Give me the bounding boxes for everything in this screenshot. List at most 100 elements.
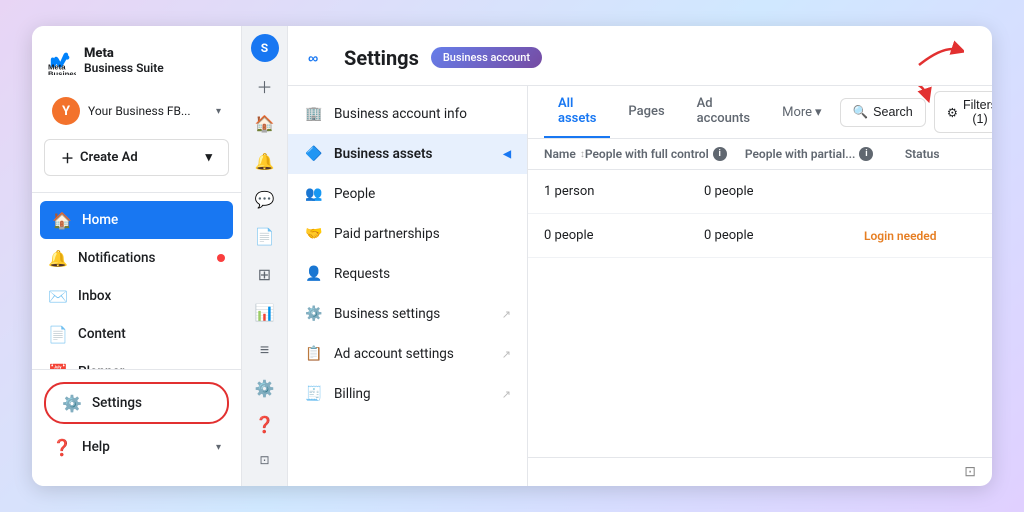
- cell-full-control: 0 people: [544, 228, 704, 243]
- meta-logo-icon: Meta Business Suite: [48, 47, 76, 75]
- tab-pages[interactable]: Pages: [614, 94, 678, 131]
- dropdown-people[interactable]: 👥 People: [288, 174, 527, 214]
- dropdown-item-label: Ad account settings: [334, 346, 454, 362]
- page-title: Settings: [344, 46, 419, 70]
- sidebar-item-help[interactable]: ❓ Help ▾: [36, 428, 237, 466]
- cell-partial-control: 0 people: [704, 228, 864, 243]
- tab-more[interactable]: More ▾: [768, 95, 835, 130]
- help-label: Help: [82, 439, 110, 455]
- search-button[interactable]: 🔍 Search: [840, 98, 926, 127]
- settings-icon: ⚙️: [62, 393, 82, 413]
- col-header-partial-control: People with partial... i: [745, 147, 905, 161]
- filters-button[interactable]: ⚙ Filters (1): [934, 91, 992, 133]
- expand-icon[interactable]: ⊡: [964, 464, 976, 480]
- create-ad-label: Create Ad: [80, 150, 138, 165]
- external-link-icon: ↗: [502, 388, 511, 401]
- content-area: ∞ Settings Business account: [288, 26, 992, 486]
- help-icon: ❓: [52, 437, 72, 457]
- strip-expand-icon[interactable]: ⊡: [247, 442, 283, 478]
- sidebar-item-label: Inbox: [78, 288, 111, 304]
- dropdown-requests[interactable]: 👤 Requests: [288, 254, 527, 294]
- icon-strip: S ＋ 🏠 🔔 💬 📄 ⊞ 📊 ≡ ⚙️ ❓ ⊡: [242, 26, 288, 486]
- diamond-icon: 🔷: [304, 144, 324, 164]
- strip-lines-icon[interactable]: ≡: [247, 332, 283, 368]
- sidebar-item-settings[interactable]: ⚙️ Settings: [44, 382, 229, 424]
- tab-all-assets[interactable]: All assets: [544, 86, 610, 138]
- cell-full-control: 1 person: [544, 184, 704, 199]
- strip-gear-icon[interactable]: ⚙️: [247, 370, 283, 406]
- handshake-icon: 🤝: [304, 224, 324, 244]
- dropdown-panel: 🏢 Business account info 🔷 Business asset…: [288, 86, 528, 486]
- sidebar-logo-text: Meta Business Suite: [84, 46, 164, 75]
- gear-icon: ⚙️: [304, 304, 324, 324]
- dropdown-billing[interactable]: 🧾 Billing ↗: [288, 374, 527, 414]
- svg-text:Business Suite: Business Suite: [48, 69, 76, 75]
- chevron-down-icon: ▾: [216, 442, 221, 453]
- sidebar-item-content[interactable]: 📄 Content: [32, 315, 241, 353]
- dropdown-business-account-info[interactable]: 🏢 Business account info: [288, 94, 527, 134]
- user-selector[interactable]: Y Your Business FB... ▾: [40, 91, 233, 131]
- dropdown-item-label: Requests: [334, 266, 390, 282]
- col-header-status: Status: [905, 147, 992, 161]
- chevron-down-icon: ▾: [205, 150, 212, 165]
- strip-avatar: S: [251, 34, 279, 62]
- sidebar-item-planner[interactable]: 📅 Planner: [32, 353, 241, 369]
- arrow-indicator: [914, 40, 964, 75]
- strip-home-icon[interactable]: 🏠: [247, 106, 283, 142]
- col-header-full-control: People with full control i: [585, 147, 745, 161]
- dropdown-ad-account-settings[interactable]: 📋 Ad account settings ↗: [288, 334, 527, 374]
- svg-text:∞: ∞: [308, 50, 318, 66]
- search-icon: 🔍: [853, 105, 869, 120]
- settings-label: Settings: [92, 395, 142, 411]
- tabs-bar: All assets Pages Ad accounts More ▾ 🔍 Se…: [528, 86, 992, 139]
- external-link-icon: ↗: [502, 348, 511, 361]
- filter-icon: ⚙: [947, 105, 958, 120]
- table-area: All assets Pages Ad accounts More ▾ 🔍 Se…: [528, 86, 992, 486]
- billing-icon: 🧾: [304, 384, 324, 404]
- data-table: Name ↕ People with full control i People…: [528, 139, 992, 457]
- request-icon: 👤: [304, 264, 324, 284]
- table-row: 1 person 0 people: [528, 170, 992, 214]
- info-icon[interactable]: i: [859, 147, 873, 161]
- create-ad-button[interactable]: ＋ Create Ad ▾: [44, 139, 229, 176]
- sidebar-bottom: ⚙️ Settings ❓ Help ▾: [32, 369, 241, 474]
- meta-logo-small-icon: ∞: [308, 46, 332, 70]
- strip-chat-icon[interactable]: 💬: [247, 181, 283, 217]
- sidebar-item-inbox[interactable]: ✉️ Inbox: [32, 277, 241, 315]
- sidebar-item-label: Content: [78, 326, 126, 342]
- strip-help-icon[interactable]: ❓: [247, 406, 283, 442]
- sidebar-item-label: Home: [82, 212, 118, 228]
- cell-status-login-needed: Login needed: [864, 229, 984, 243]
- people-icon: 👥: [304, 184, 324, 204]
- dropdown-item-label: People: [334, 186, 375, 202]
- inbox-icon: ✉️: [48, 286, 68, 306]
- dropdown-item-label: Business account info: [334, 106, 467, 122]
- dropdown-business-settings[interactable]: ⚙️ Business settings ↗: [288, 294, 527, 334]
- sidebar-item-home[interactable]: 🏠 Home: [40, 201, 233, 239]
- plus-icon: ＋: [61, 148, 74, 167]
- sidebar-divider: [32, 192, 241, 193]
- logo-area: Meta Business Suite Meta Business Suite: [32, 38, 241, 91]
- sidebar-nav: 🏠 Home 🔔 Notifications ✉️ Inbox 📄 Conten…: [32, 201, 241, 369]
- content-header: ∞ Settings Business account: [288, 26, 992, 86]
- dropdown-item-label: Billing: [334, 386, 371, 402]
- dropdown-paid-partnerships[interactable]: 🤝 Paid partnerships: [288, 214, 527, 254]
- strip-content-icon[interactable]: 📄: [247, 219, 283, 255]
- strip-bell-icon[interactable]: 🔔: [247, 143, 283, 179]
- building-icon: 🏢: [304, 104, 324, 124]
- sidebar-item-label: Notifications: [78, 250, 155, 266]
- table-row: 0 people 0 people Login needed: [528, 214, 992, 258]
- strip-grid-icon[interactable]: ⊞: [247, 257, 283, 293]
- strip-add-icon[interactable]: ＋: [247, 68, 283, 104]
- table-header: Name ↕ People with full control i People…: [528, 139, 992, 170]
- sidebar-item-label: Planner: [78, 364, 124, 369]
- sidebar-item-notifications[interactable]: 🔔 Notifications: [32, 239, 241, 277]
- external-link-icon: ↗: [502, 308, 511, 321]
- home-icon: 🏠: [52, 210, 72, 230]
- info-icon[interactable]: i: [713, 147, 727, 161]
- strip-chart-icon[interactable]: 📊: [247, 294, 283, 330]
- dropdown-business-assets[interactable]: 🔷 Business assets ◀: [288, 134, 527, 174]
- tab-ad-accounts[interactable]: Ad accounts: [683, 86, 764, 138]
- dropdown-item-label: Paid partnerships: [334, 226, 440, 242]
- user-name: Your Business FB...: [88, 104, 208, 118]
